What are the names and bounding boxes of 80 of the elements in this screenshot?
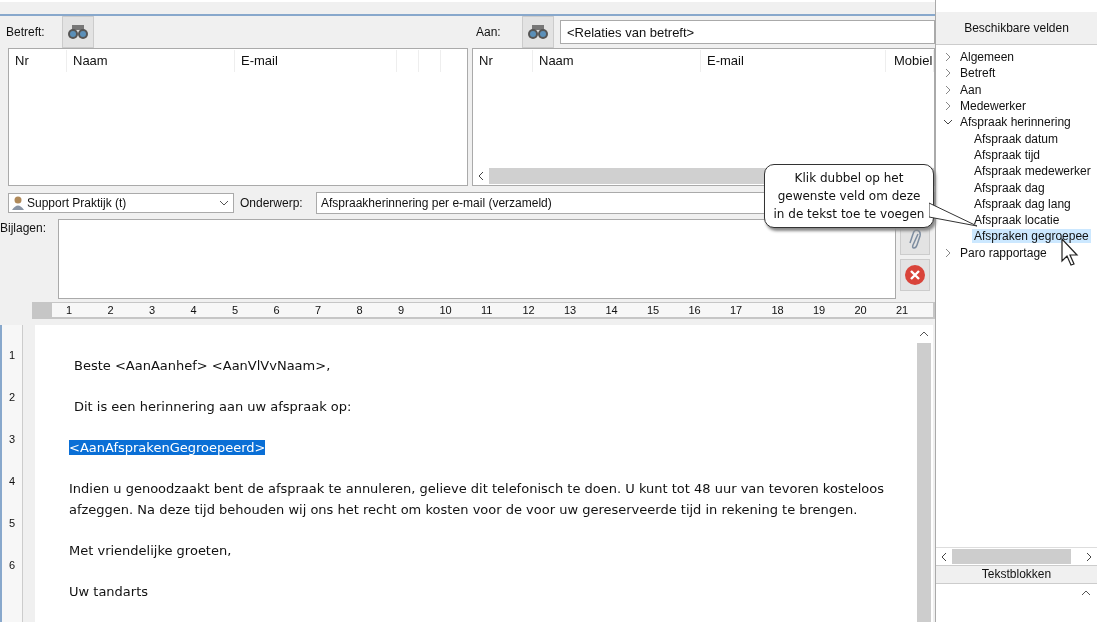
panel-header: Tekstblokken: [936, 565, 1097, 584]
column-header[interactable]: Nr: [473, 50, 533, 72]
ruler-number: 3: [8, 432, 16, 447]
column-header[interactable]: E-mail: [701, 50, 886, 72]
ruler-number: 16: [688, 303, 702, 318]
ruler-number: 19: [813, 303, 827, 318]
betreft-label: Betreft:: [6, 25, 46, 39]
paperclip-icon: [909, 228, 921, 251]
ruler-number: 4: [8, 474, 16, 489]
recipient-field[interactable]: <Relaties van betreft>: [560, 20, 935, 44]
tree-item[interactable]: Betreft: [958, 66, 998, 81]
person-icon: [11, 195, 25, 210]
column-header[interactable]: Naam: [67, 50, 235, 72]
search-button[interactable]: [522, 16, 554, 48]
aan-label: Aan:: [476, 25, 502, 39]
ruler-number: 2: [107, 303, 115, 318]
tree-item[interactable]: Afspraak tijd: [972, 147, 1043, 162]
column-header[interactable]: Mobiel: [886, 50, 934, 72]
sender-dropdown[interactable]: Support Praktijk (t): [8, 192, 234, 213]
document-paragraph: Beste <AanAanhef> <AanVlVvNaam>,: [74, 358, 331, 373]
column-header[interactable]: Naam: [533, 50, 701, 72]
ruler-number: 17: [730, 303, 744, 318]
ruler-number: 5: [8, 516, 16, 531]
ruler-number: 20: [854, 303, 868, 318]
tree-item[interactable]: Afspraak dag: [972, 180, 1047, 195]
document-paragraph: Met vriendelijke groeten,: [69, 543, 232, 558]
subject-label: Onderwerp:: [240, 195, 304, 210]
document-paragraph: Dit is een herinnering aan uw afspraak op:: [74, 399, 352, 414]
binoculars-icon: [67, 24, 89, 40]
column-header[interactable]: Nr: [9, 50, 67, 72]
tree-item[interactable]: Aan: [958, 82, 984, 97]
search-button[interactable]: [62, 16, 94, 48]
ruler-number: 3: [149, 303, 157, 318]
tree-item[interactable]: Afspraak datum: [972, 131, 1061, 146]
ruler-number: 5: [232, 303, 240, 318]
binoculars-icon: [527, 24, 549, 40]
document-page[interactable]: [35, 325, 915, 622]
ruler-number: 18: [771, 303, 785, 318]
caret-icon: [219, 199, 229, 206]
vertical-scrollbar[interactable]: [915, 325, 933, 622]
ruler-number: 8: [356, 303, 364, 318]
scroll-left-icon[interactable]: [478, 171, 484, 182]
tree-item[interactable]: Algemeen: [958, 50, 1017, 65]
ruler-number: 2: [8, 390, 16, 405]
ruler-number: 21: [896, 303, 909, 318]
scroll-up-icon[interactable]: [1081, 590, 1091, 596]
remove-icon: [904, 264, 926, 287]
tooltip: Klik dubbel op het gewenste veld om deze in de tekst toe te voegen: [764, 164, 934, 228]
ruler-number: 9: [398, 303, 406, 318]
scroll-left-icon[interactable]: [941, 551, 947, 562]
horizontal-scrollbar[interactable]: [936, 547, 1097, 565]
tree-item[interactable]: Medewerker: [958, 99, 1029, 114]
document-paragraph: Uw tandarts: [69, 584, 148, 599]
ruler-number: 11: [481, 303, 494, 318]
ruler-number: 15: [647, 303, 661, 318]
scroll-up-icon[interactable]: [919, 331, 929, 337]
tree-item[interactable]: Afspraak dag lang: [972, 196, 1073, 211]
ruler-number: 14: [605, 303, 619, 318]
tree-item[interactable]: Paro rapportage: [958, 245, 1049, 260]
attachments-field[interactable]: [58, 219, 896, 300]
delete-button[interactable]: [900, 259, 930, 292]
ruler-number: 6: [8, 558, 16, 573]
ruler-number: 1: [66, 303, 74, 318]
panel-header: Beschikbare velden: [936, 12, 1097, 45]
ruler-number: 12: [522, 303, 536, 318]
document-paragraph: <AanAfsprakenGegroepeerd>: [69, 440, 266, 455]
ruler-number: 10: [439, 303, 453, 318]
column-header[interactable]: E-mail: [235, 50, 397, 72]
ruler-number: 4: [190, 303, 198, 318]
tree-item[interactable]: Afspraak medewerker: [972, 164, 1093, 179]
ruler-number: 13: [564, 303, 578, 318]
tree-item[interactable]: Afspraak locatie: [972, 213, 1062, 228]
ruler-number: 1: [8, 348, 16, 363]
attachments-label: Bijlagen:: [0, 220, 48, 238]
ruler-number: 6: [273, 303, 281, 318]
ruler-number: 7: [315, 303, 323, 318]
tree-item[interactable]: Afspraken gegroepee: [972, 229, 1091, 244]
scroll-right-icon[interactable]: [1086, 551, 1092, 562]
tree-item[interactable]: Afspraak herinnering: [958, 115, 1073, 130]
document-paragraph: Indien u genoodzaakt bent de afspraak te annuleren, gelieve dit telefonisch te doen. U kunt tot 48 uur van tevoren kosteloos afzeggen. Na deze tijd behouden wij ons het recht om kosten voor de voor uw gereserveerde tijd in rekening te brengen.: [69, 481, 884, 517]
